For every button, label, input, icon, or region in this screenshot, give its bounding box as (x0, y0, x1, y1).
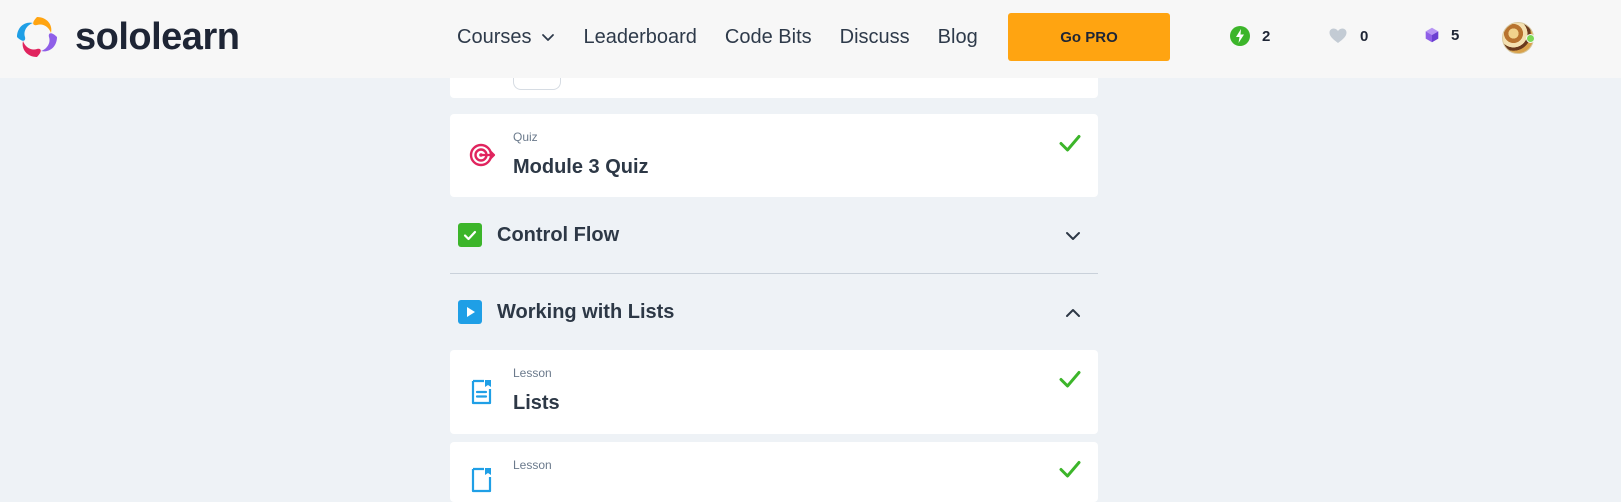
item-kind-label: Quiz (513, 130, 538, 144)
streak-value: 2 (1262, 27, 1271, 45)
check-icon (1059, 371, 1081, 388)
streak-counter[interactable]: 2 (1230, 26, 1270, 46)
item-kind-label: Lesson (513, 458, 552, 472)
nav-code-bits[interactable]: Code Bits (725, 22, 812, 52)
hearts-counter[interactable]: 0 (1328, 26, 1368, 46)
avatar[interactable] (1502, 22, 1535, 54)
bits-counter[interactable]: 5 (1423, 26, 1459, 44)
completed-badge-icon (458, 223, 482, 247)
brand-name: sololearn (75, 16, 240, 58)
target-icon (469, 143, 496, 167)
check-icon (1059, 461, 1081, 478)
nav-courses[interactable]: Courses (457, 22, 555, 52)
section-control-flow[interactable]: Control Flow (450, 205, 1098, 265)
section-title: Working with Lists (497, 301, 675, 323)
play-badge-icon (458, 300, 482, 324)
brand-logo[interactable]: sololearn (13, 13, 240, 61)
section-divider (450, 273, 1098, 274)
nav-courses-label: Courses (457, 26, 532, 48)
chevron-up-icon[interactable] (1064, 304, 1082, 322)
chevron-down-icon (542, 34, 555, 41)
quiz-item-card[interactable]: Quiz Module 3 Quiz (450, 114, 1098, 197)
nav-blog[interactable]: Blog (938, 22, 978, 52)
item-title: Module 3 Quiz (513, 156, 649, 178)
check-icon (1059, 135, 1081, 152)
heart-icon (1329, 28, 1347, 43)
document-icon (471, 467, 492, 493)
hearts-value: 0 (1360, 27, 1369, 45)
chevron-down-icon[interactable] (1064, 227, 1082, 245)
nav-discuss[interactable]: Discuss (840, 22, 910, 52)
online-status-dot (1526, 34, 1535, 43)
section-title: Control Flow (497, 224, 620, 246)
go-pro-button[interactable]: Go PRO (1008, 13, 1170, 61)
sololearn-logo-icon (17, 17, 57, 57)
lightning-icon (1230, 26, 1250, 46)
lesson-item-card[interactable]: Lesson (450, 442, 1098, 502)
top-navbar: sololearn Courses Leaderboard Code Bits … (0, 0, 1621, 78)
item-title: Lists (513, 392, 560, 414)
main-nav: Courses Leaderboard Code Bits Discuss Bl… (457, 22, 1006, 52)
cube-icon (1425, 27, 1439, 43)
item-kind-label: Lesson (513, 366, 552, 380)
document-icon (471, 379, 492, 405)
nav-leaderboard[interactable]: Leaderboard (583, 22, 696, 52)
section-working-with-lists[interactable]: Working with Lists (450, 282, 1098, 342)
previous-item-pill (513, 78, 561, 90)
lesson-item-card[interactable]: Lesson Lists (450, 350, 1098, 434)
bits-value: 5 (1451, 26, 1460, 44)
